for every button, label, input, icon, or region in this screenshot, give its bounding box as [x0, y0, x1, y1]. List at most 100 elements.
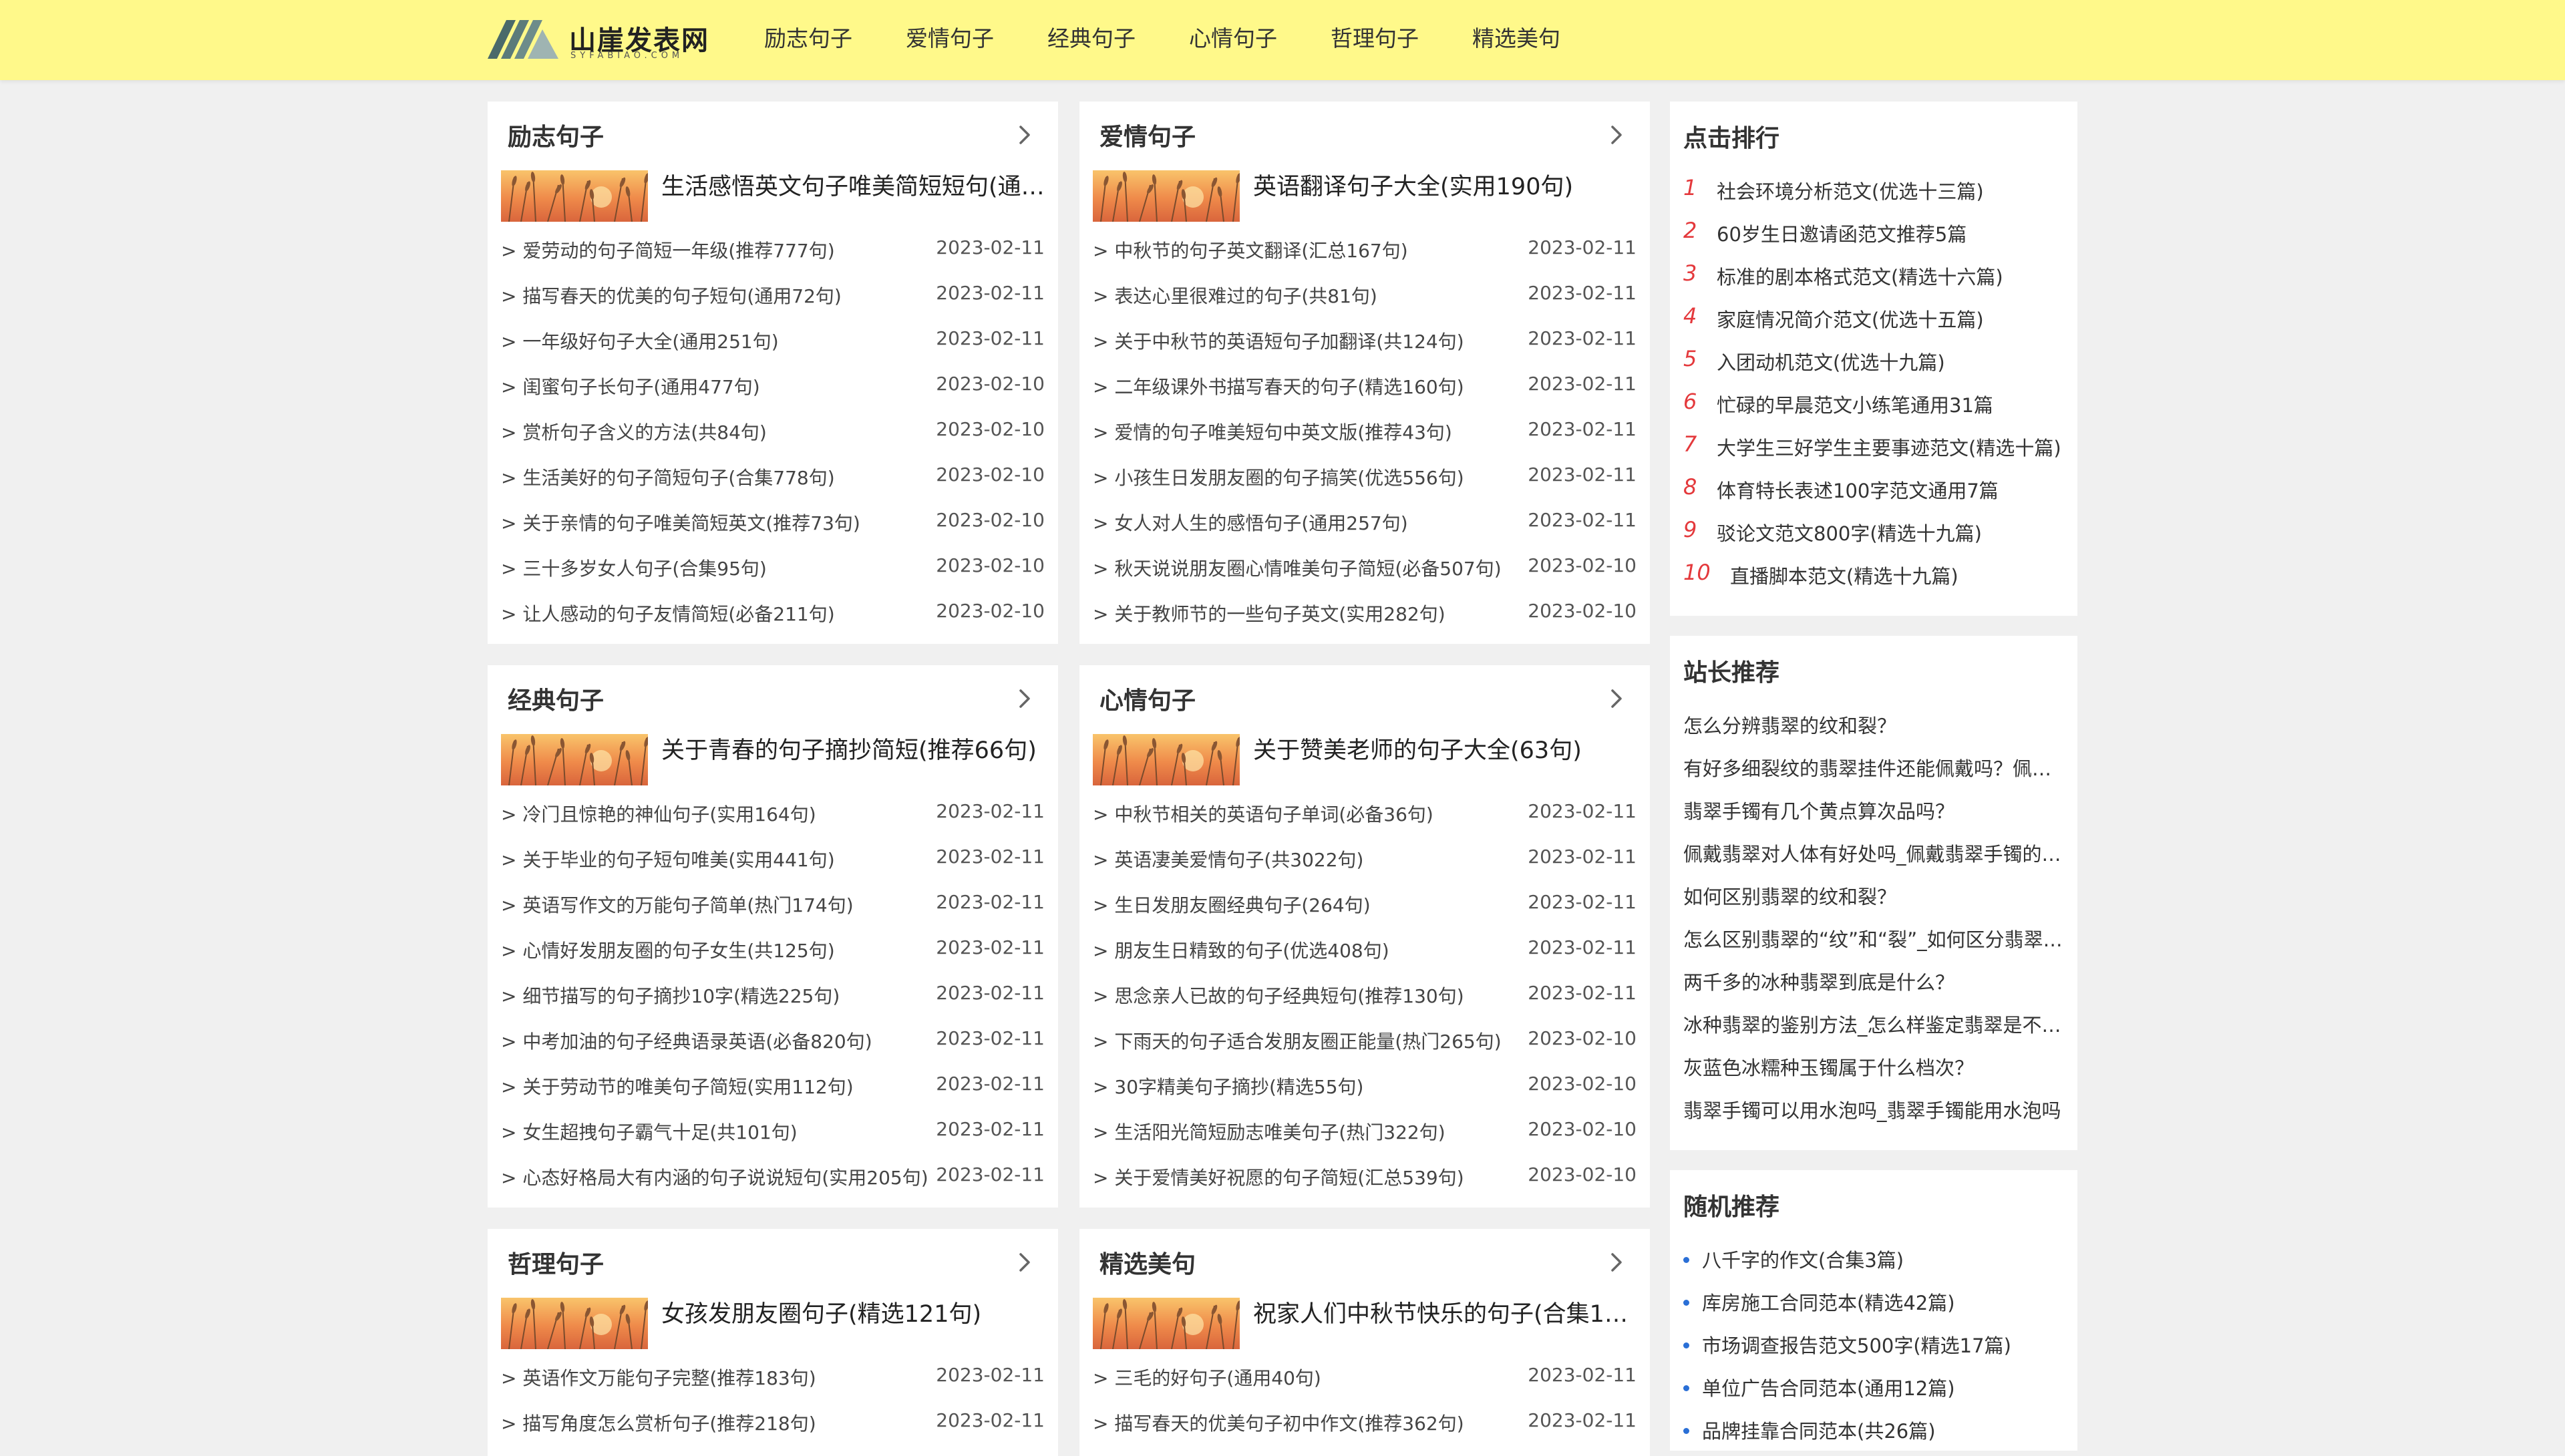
recommend-link[interactable]: 冰种翡翠的鉴别方法_怎么样鉴定翡翠是不是冰种 — [1683, 1010, 2064, 1038]
section-title[interactable]: 励志句子 — [508, 118, 604, 152]
article-link[interactable]: > 女人对人生的感悟句子(通用257句) — [1093, 509, 1408, 536]
article-link[interactable]: > 关于毕业的句子短句唯美(实用441句) — [501, 846, 835, 872]
article-link[interactable]: > 朋友生日精致的句子(优选408句) — [1093, 936, 1389, 963]
article-title[interactable]: 中秋节相关的英语句子单词(必备36句) — [1114, 803, 1433, 826]
section-title[interactable]: 哲理句子 — [508, 1245, 604, 1280]
site-logo[interactable]: 山崖发表网 SYFABIAO.COM — [488, 16, 708, 64]
article-title[interactable]: 关于毕业的句子短句唯美(实用441句) — [522, 849, 834, 871]
recommend-link[interactable]: 佩戴翡翠对人体有好处吗_佩戴翡翠手镯的好处 — [1683, 839, 2064, 867]
article-title[interactable]: 让人感动的句子友情简短(必备211句) — [522, 603, 834, 625]
article-link[interactable]: > 英语作文万能句子完整(推荐183句) — [501, 1364, 816, 1391]
chevron-right-icon[interactable] — [1011, 1249, 1038, 1276]
article-link[interactable]: > 心态好格局大有内涵的句子说说短句(实用205句) — [501, 1163, 928, 1190]
article-link[interactable]: > 中秋节的句子英文翻译(汇总167句) — [1093, 236, 1408, 263]
article-link[interactable]: > 生活阳光简短励志唯美句子(热门322句) — [1093, 1118, 1445, 1145]
recommend-link[interactable]: 翡翠手镯可以用水泡吗_翡翠手镯能用水泡吗 — [1683, 1095, 2061, 1123]
featured-title[interactable]: 关于赞美老师的句子大全(63句) — [1253, 734, 1637, 767]
rank-link[interactable]: 家庭情况简介范文(优选十五篇) — [1717, 305, 1984, 333]
article-link[interactable]: > 生日发朋友圈经典句子(264句) — [1093, 891, 1371, 918]
article-link[interactable]: > 关于亲情的句子唯美简短英文(推荐73句) — [501, 509, 860, 536]
article-title[interactable]: 三毛的好句子(通用40句) — [1114, 1367, 1321, 1389]
article-title[interactable]: 中秋节的句子英文翻译(汇总167句) — [1114, 240, 1407, 262]
article-link[interactable]: > 闺蜜句子长句子(通用477句) — [501, 373, 760, 399]
article-link[interactable]: > 二年级课外书描写春天的句子(精选160句) — [1093, 373, 1464, 399]
article-title[interactable]: 描写春天的优美的句子短句(通用72句) — [522, 285, 841, 307]
featured-thumbnail[interactable] — [1093, 734, 1240, 785]
rank-link[interactable]: 入团动机范文(优选十九篇) — [1717, 347, 1945, 375]
article-link[interactable]: > 描写角度怎么赏析句子(推荐218句) — [501, 1409, 816, 1436]
featured-title[interactable]: 生活感悟英文句子唯美简短短句(通用54句) — [661, 170, 1045, 204]
article-title[interactable]: 中考加油的句子经典语录英语(必备820句) — [522, 1031, 872, 1053]
article-link[interactable]: > 细节描写的句子摘抄10字(精选225句) — [501, 982, 840, 1009]
article-title[interactable]: 关于劳动节的唯美句子简短(实用112句) — [522, 1076, 853, 1098]
article-link[interactable]: > 关于中秋节的英语短句子加翻译(共124句) — [1093, 327, 1464, 354]
article-link[interactable]: > 生活美好的句子简短句子(合集778句) — [501, 464, 835, 490]
article-title[interactable]: 关于中秋节的英语短句子加翻译(共124句) — [1114, 331, 1464, 353]
article-link[interactable]: > 描写春天的优美句子初中作文(推荐362句) — [1093, 1409, 1464, 1436]
article-title[interactable]: 爱情的句子唯美短句中英文版(推荐43句) — [1114, 421, 1451, 443]
featured-title[interactable]: 关于青春的句子摘抄简短(推荐66句) — [661, 734, 1045, 767]
article-link[interactable]: > 英语写作文的万能句子简单(热门174句) — [501, 891, 854, 918]
nav-item-inspirational[interactable]: 励志句子 — [737, 0, 879, 80]
article-title[interactable]: 生日发朋友圈经典句子(264句) — [1114, 894, 1370, 916]
article-title[interactable]: 英语凄美爱情句子(共3022句) — [1114, 849, 1363, 871]
article-title[interactable]: 小孩生日发朋友圈的句子搞笑(优选556句) — [1114, 467, 1464, 489]
article-title[interactable]: 爱劳动的句子简短一年级(推荐777句) — [522, 240, 834, 262]
featured-title[interactable]: 女孩发朋友圈句子(精选121句) — [661, 1298, 1045, 1331]
recommend-link[interactable]: 如何区别翡翠的纹和裂？ — [1683, 882, 1896, 910]
article-title[interactable]: 一年级好句子大全(通用251句) — [522, 331, 778, 353]
random-link[interactable]: 单位广告合同范本(通用12篇) — [1702, 1373, 1955, 1401]
rank-link[interactable]: 社会环境分析范文(优选十三篇) — [1717, 176, 1984, 204]
rank-link[interactable]: 忙碌的早晨范文小练笔通用31篇 — [1717, 390, 1993, 418]
article-link[interactable]: > 描写春天的优美的句子短句(通用72句) — [501, 282, 842, 309]
article-link[interactable]: > 表达心里很难过的句子(共81句) — [1093, 282, 1377, 309]
article-title[interactable]: 心态好格局大有内涵的句子说说短句(实用205句) — [522, 1167, 928, 1189]
featured-title[interactable]: 祝家人们中秋节快乐的句子(合集152句) — [1253, 1298, 1637, 1331]
article-link[interactable]: > 女生超拽句子霸气十足(共101句) — [501, 1118, 798, 1145]
chevron-right-icon[interactable] — [1603, 1249, 1630, 1276]
rank-link[interactable]: 60岁生日邀请函范文推荐5篇 — [1717, 219, 1966, 247]
random-link[interactable]: 库房施工合同范本(精选42篇) — [1702, 1288, 1955, 1316]
article-title[interactable]: 三十多岁女人句子(合集95句) — [522, 558, 766, 580]
recommend-link[interactable]: 两千多的冰种翡翠到底是什么？ — [1683, 967, 1954, 995]
nav-item-love[interactable]: 爱情句子 — [879, 0, 1021, 80]
recommend-link[interactable]: 怎么分辨翡翠的纹和裂？ — [1683, 711, 1896, 739]
article-link[interactable]: > 关于劳动节的唯美句子简短(实用112句) — [501, 1073, 854, 1099]
article-link[interactable]: > 心情好发朋友圈的句子女生(共125句) — [501, 936, 835, 963]
article-title[interactable]: 朋友生日精致的句子(优选408句) — [1114, 940, 1389, 962]
nav-item-mood[interactable]: 心情句子 — [1162, 0, 1304, 80]
section-title[interactable]: 精选美句 — [1099, 1245, 1196, 1280]
article-title[interactable]: 生活阳光简短励志唯美句子(热门322句) — [1114, 1121, 1445, 1143]
random-link[interactable]: 八千字的作文(合集3篇) — [1702, 1245, 1904, 1273]
article-link[interactable]: > 爱情的句子唯美短句中英文版(推荐43句) — [1093, 418, 1452, 445]
article-link[interactable]: > 小孩生日发朋友圈的句子搞笑(优选556句) — [1093, 464, 1464, 490]
recommend-link[interactable]: 翡翠手镯有几个黄点算次品吗？ — [1683, 796, 1954, 824]
article-title[interactable]: 闺蜜句子长句子(通用477句) — [522, 376, 759, 398]
featured-thumbnail[interactable] — [1093, 1298, 1240, 1349]
article-link[interactable]: > 下雨天的句子适合发朋友圈正能量(热门265句) — [1093, 1027, 1502, 1054]
article-title[interactable]: 表达心里很难过的句子(共81句) — [1114, 285, 1377, 307]
section-title[interactable]: 心情句子 — [1099, 681, 1196, 716]
article-title[interactable]: 二年级课外书描写春天的句子(精选160句) — [1114, 376, 1464, 398]
article-link[interactable]: > 30字精美句子摘抄(精选55句) — [1093, 1073, 1363, 1099]
article-link[interactable]: > 一年级好句子大全(通用251句) — [501, 327, 779, 354]
rank-link[interactable]: 标准的剧本格式范文(精选十六篇) — [1717, 262, 2003, 290]
article-title[interactable]: 冷门且惊艳的神仙句子(实用164句) — [522, 803, 816, 826]
article-link[interactable]: > 秋天说说朋友圈心情唯美句子简短(必备507句) — [1093, 554, 1502, 581]
featured-thumbnail[interactable] — [501, 170, 648, 222]
article-link[interactable]: > 中秋节相关的英语句子单词(必备36句) — [1093, 800, 1433, 827]
article-title[interactable]: 关于亲情的句子唯美简短英文(推荐73句) — [522, 512, 860, 534]
article-link[interactable]: > 三十多岁女人句子(合集95句) — [501, 554, 767, 581]
article-title[interactable]: 思念亲人已故的句子经典短句(推荐130句) — [1114, 985, 1464, 1007]
article-title[interactable]: 秋天说说朋友圈心情唯美句子简短(必备507句) — [1114, 558, 1501, 580]
featured-thumbnail[interactable] — [1093, 170, 1240, 222]
nav-item-selected[interactable]: 精选美句 — [1445, 0, 1587, 80]
article-link[interactable]: > 关于教师节的一些句子英文(实用282句) — [1093, 600, 1445, 626]
article-title[interactable]: 30字精美句子摘抄(精选55句) — [1114, 1076, 1363, 1098]
rank-link[interactable]: 大学生三好学生主要事迹范文(精选十篇) — [1717, 433, 2061, 461]
article-title[interactable]: 生活美好的句子简短句子(合集778句) — [522, 467, 834, 489]
article-link[interactable]: > 赏析句子含义的方法(共84句) — [501, 418, 767, 445]
article-title[interactable]: 女人对人生的感悟句子(通用257句) — [1114, 512, 1407, 534]
rank-link[interactable]: 驳论文范文800字(精选十九篇) — [1717, 518, 1982, 546]
article-title[interactable]: 英语作文万能句子完整(推荐183句) — [522, 1367, 816, 1389]
